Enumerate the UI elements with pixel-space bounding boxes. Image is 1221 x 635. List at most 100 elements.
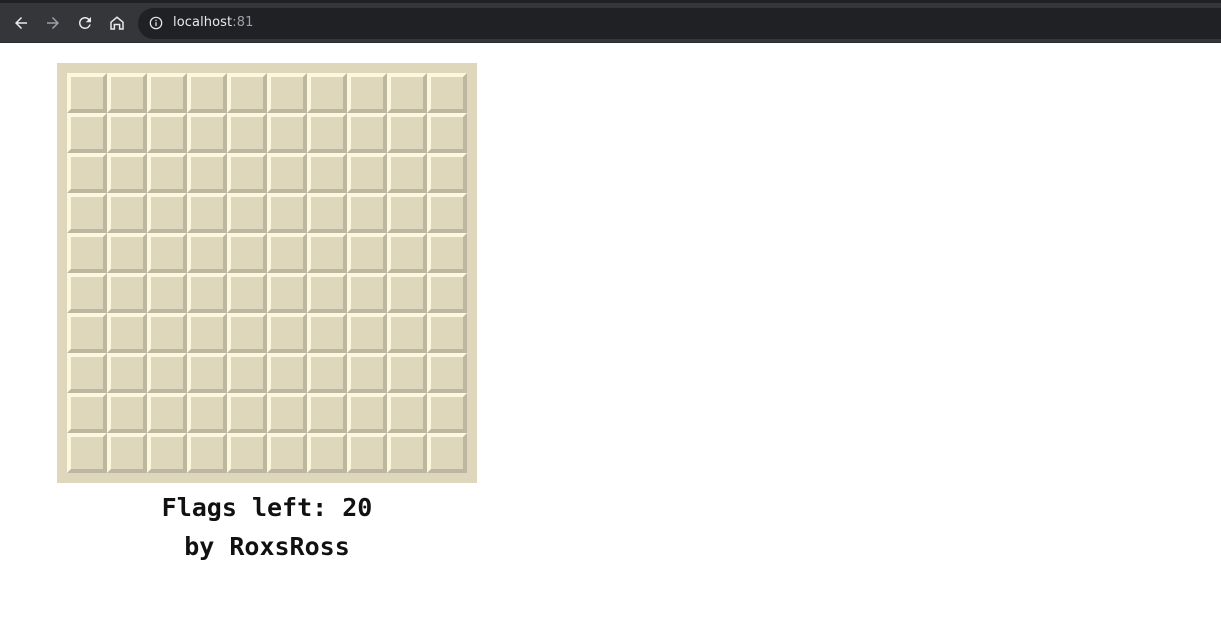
board-cell[interactable] [227, 73, 267, 113]
board-cell[interactable] [347, 313, 387, 353]
board-cell[interactable] [107, 153, 147, 193]
board-cell[interactable] [387, 73, 427, 113]
board-cell[interactable] [427, 433, 467, 473]
board-cell[interactable] [267, 153, 307, 193]
board-cell[interactable] [227, 273, 267, 313]
board-cell[interactable] [187, 393, 227, 433]
board-cell[interactable] [67, 193, 107, 233]
board-cell[interactable] [387, 393, 427, 433]
board-cell[interactable] [267, 273, 307, 313]
board-cell[interactable] [147, 73, 187, 113]
board-cell[interactable] [427, 233, 467, 273]
board-cell[interactable] [347, 393, 387, 433]
reload-button[interactable] [72, 10, 98, 36]
board-cell[interactable] [307, 193, 347, 233]
board-cell[interactable] [227, 353, 267, 393]
board-cell[interactable] [187, 193, 227, 233]
board-cell[interactable] [427, 313, 467, 353]
board-cell[interactable] [147, 113, 187, 153]
board-cell[interactable] [67, 233, 107, 273]
board-cell[interactable] [427, 353, 467, 393]
board-cell[interactable] [147, 153, 187, 193]
board-cell[interactable] [187, 153, 227, 193]
board-cell[interactable] [187, 73, 227, 113]
board-cell[interactable] [387, 153, 427, 193]
board-cell[interactable] [347, 433, 387, 473]
board-cell[interactable] [227, 193, 267, 233]
board-cell[interactable] [427, 273, 467, 313]
board-cell[interactable] [67, 113, 107, 153]
board-cell[interactable] [147, 433, 187, 473]
board-cell[interactable] [67, 153, 107, 193]
board-cell[interactable] [187, 313, 227, 353]
board-cell[interactable] [347, 113, 387, 153]
board-cell[interactable] [307, 273, 347, 313]
board-cell[interactable] [307, 353, 347, 393]
board-cell[interactable] [107, 353, 147, 393]
board-cell[interactable] [387, 273, 427, 313]
board-cell[interactable] [347, 273, 387, 313]
board-cell[interactable] [227, 153, 267, 193]
board-cell[interactable] [307, 113, 347, 153]
board-cell[interactable] [307, 233, 347, 273]
board-cell[interactable] [67, 393, 107, 433]
board-cell[interactable] [147, 233, 187, 273]
board-cell[interactable] [267, 353, 307, 393]
forward-button[interactable] [40, 10, 66, 36]
board-cell[interactable] [347, 73, 387, 113]
board-cell[interactable] [187, 353, 227, 393]
board-cell[interactable] [107, 233, 147, 273]
board-cell[interactable] [187, 433, 227, 473]
board-cell[interactable] [347, 153, 387, 193]
board-cell[interactable] [387, 353, 427, 393]
home-button[interactable] [104, 10, 130, 36]
board-cell[interactable] [107, 433, 147, 473]
board-cell[interactable] [387, 113, 427, 153]
board-cell[interactable] [347, 193, 387, 233]
board-cell[interactable] [227, 233, 267, 273]
address-bar[interactable]: localhost:81 [138, 8, 1221, 39]
board-cell[interactable] [347, 233, 387, 273]
board-cell[interactable] [347, 353, 387, 393]
board-cell[interactable] [107, 393, 147, 433]
board-cell[interactable] [227, 113, 267, 153]
board-cell[interactable] [147, 353, 187, 393]
board-cell[interactable] [147, 393, 187, 433]
board-cell[interactable] [147, 313, 187, 353]
back-button[interactable] [8, 10, 34, 36]
board-cell[interactable] [67, 353, 107, 393]
board-cell[interactable] [267, 193, 307, 233]
board-cell[interactable] [387, 313, 427, 353]
board-cell[interactable] [267, 233, 307, 273]
board-cell[interactable] [427, 153, 467, 193]
board-cell[interactable] [267, 433, 307, 473]
board-cell[interactable] [227, 433, 267, 473]
board-cell[interactable] [67, 73, 107, 113]
board-cell[interactable] [267, 393, 307, 433]
board-cell[interactable] [387, 233, 427, 273]
board-cell[interactable] [427, 393, 467, 433]
board-cell[interactable] [387, 433, 427, 473]
board-cell[interactable] [107, 313, 147, 353]
board-cell[interactable] [427, 73, 467, 113]
board-cell[interactable] [307, 153, 347, 193]
board-cell[interactable] [67, 313, 107, 353]
board-cell[interactable] [227, 393, 267, 433]
board-cell[interactable] [427, 193, 467, 233]
board-cell[interactable] [147, 273, 187, 313]
board-cell[interactable] [427, 113, 467, 153]
info-icon[interactable] [149, 16, 163, 30]
board-cell[interactable] [107, 73, 147, 113]
board-cell[interactable] [307, 393, 347, 433]
board-cell[interactable] [267, 73, 307, 113]
board-cell[interactable] [187, 113, 227, 153]
board-cell[interactable] [147, 193, 187, 233]
board-cell[interactable] [267, 313, 307, 353]
board-cell[interactable] [387, 193, 427, 233]
board-cell[interactable] [67, 433, 107, 473]
board-cell[interactable] [267, 113, 307, 153]
board-cell[interactable] [107, 193, 147, 233]
board-cell[interactable] [107, 113, 147, 153]
board-cell[interactable] [307, 313, 347, 353]
board-cell[interactable] [67, 273, 107, 313]
